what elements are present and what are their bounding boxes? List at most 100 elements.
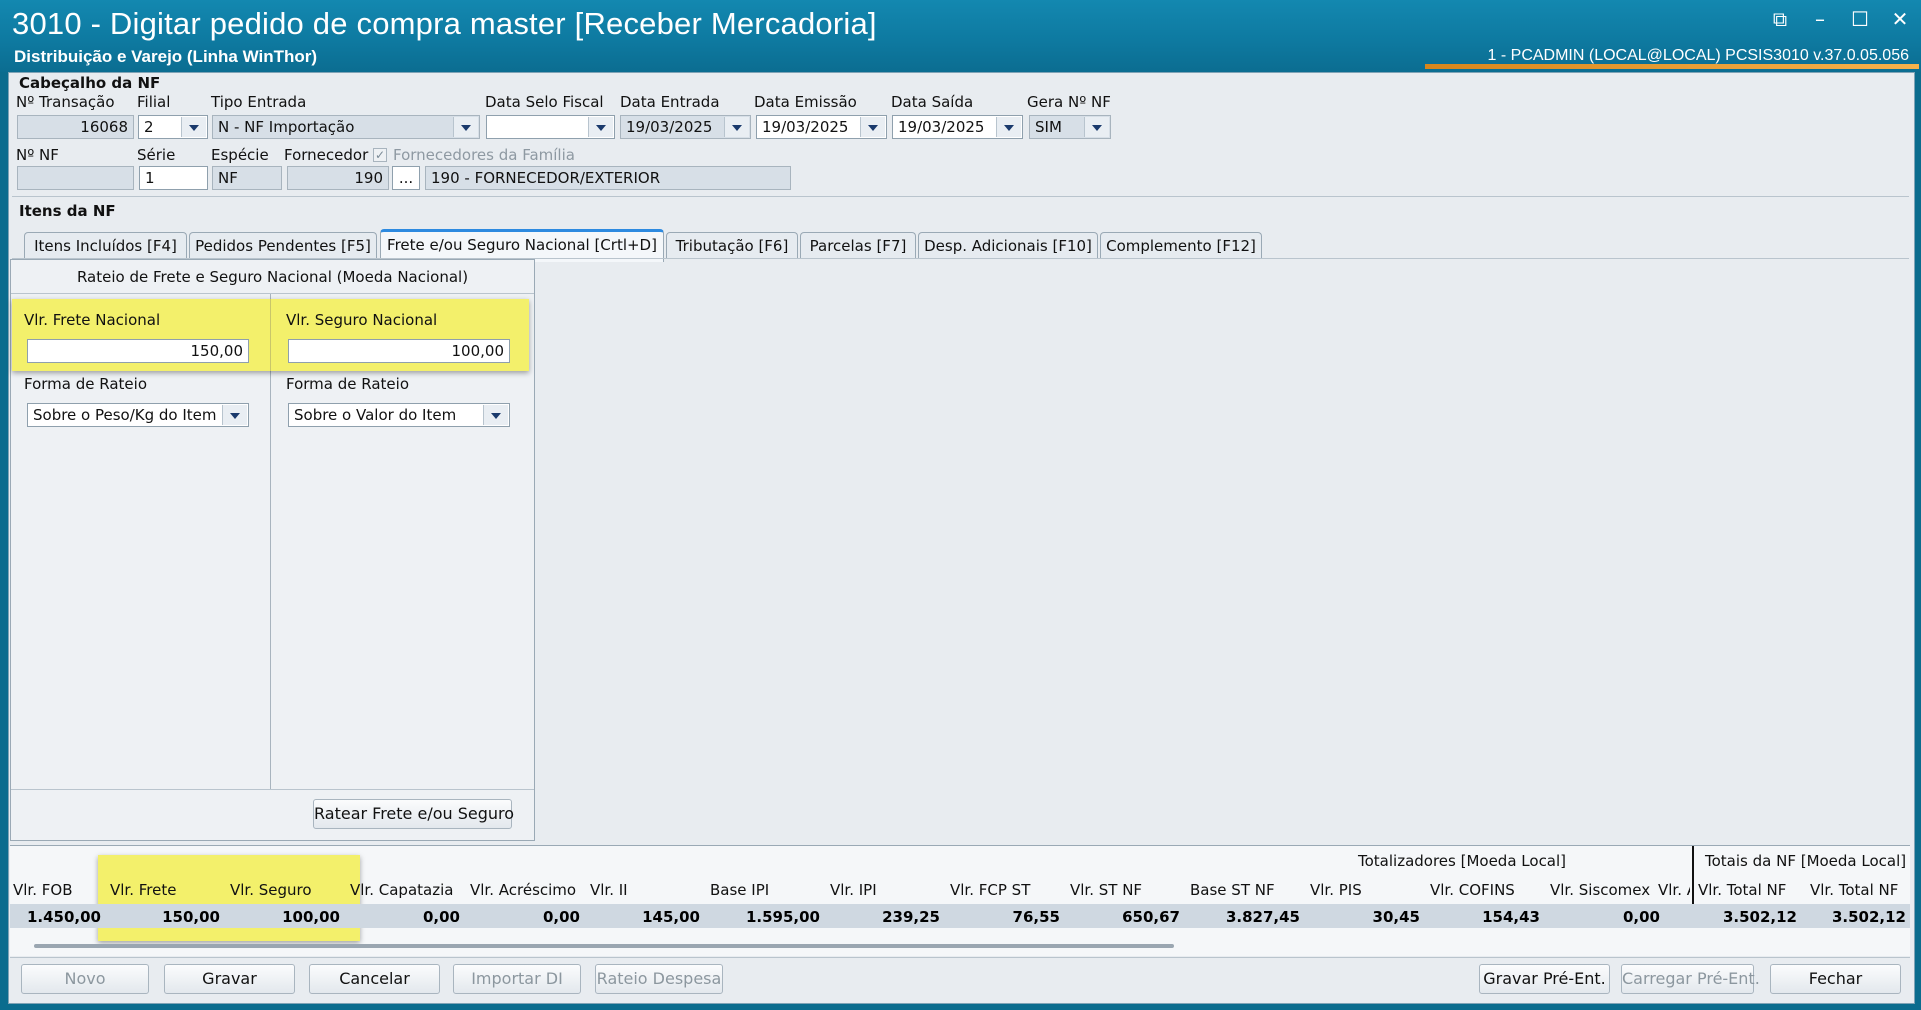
col-header: Vlr. COFINS [1430,881,1515,899]
external-icon[interactable]: ⧉ [1769,8,1791,30]
col-header: Base ST NF [1190,881,1275,899]
chevron-down-icon[interactable] [483,405,508,425]
data-selo-label: Data Selo Fiscal [485,93,604,111]
gravar-button[interactable]: Gravar [164,964,295,994]
filial-value: 2 [144,118,154,136]
minimize-icon[interactable]: – [1809,8,1831,30]
tab-tributacao[interactable]: Tributação [F6] [666,232,798,259]
tipo-entrada-select[interactable]: N - NF Importação [212,115,480,139]
data-selo-field[interactable] [486,115,615,139]
section-title-itens: Itens da NF [19,202,116,220]
maximize-icon[interactable]: ☐ [1849,8,1871,30]
filial-select[interactable]: 2 [138,115,208,139]
tab-itens-incluidos[interactable]: Itens Incluídos [F4] [24,232,187,259]
chevron-down-icon[interactable] [860,117,885,137]
forma-rateio-select-1[interactable]: Sobre o Peso/Kg do Item [27,403,249,427]
gera-nf-value: SIM [1035,118,1062,136]
col-value: 3.502,12 [1722,908,1797,926]
totals-panel: Totalizadores [Moeda Local] Totais da NF… [10,845,1910,956]
fornecedor-label: Fornecedor [284,146,369,164]
chevron-down-icon[interactable] [181,117,206,137]
close-icon[interactable]: ✕ [1889,8,1911,30]
col-value: 76,55 [1012,908,1060,926]
fornecedores-familia-checkbox[interactable]: ✓ [373,148,387,162]
col-value: 0,00 [542,908,580,926]
col-header: Vlr. FCP ST [950,881,1031,899]
chevron-down-icon[interactable] [996,117,1021,137]
col-value: 0,00 [422,908,460,926]
data-emissao-label: Data Emissão [754,93,857,111]
serie-field[interactable]: 1 [139,166,208,190]
col-value: 3.502,12 [1831,908,1906,926]
divider [11,293,534,294]
n-transacao-label: Nº Transação [16,93,115,111]
rateio-despesa-button[interactable]: Rateio Despesa [595,964,723,994]
tab-desp-adicionais[interactable]: Desp. Adicionais [F10] [918,232,1098,259]
tab-pedidos-pendentes[interactable]: Pedidos Pendentes [F5] [189,232,377,259]
divider [11,789,534,790]
window-controls: ⧉ – ☐ ✕ [1769,8,1911,30]
horizontal-scrollbar[interactable] [34,944,1174,948]
fornecedor-code-field[interactable]: 190 [287,166,389,190]
novo-button[interactable]: Novo [21,964,149,994]
chevron-down-icon[interactable] [453,117,478,137]
divider [10,957,1910,958]
col-value: 1.450,00 [26,908,101,926]
gravar-pre-ent-button[interactable]: Gravar Pré-Ent. [1479,964,1610,994]
forma-rateio-value-2: Sobre o Valor do Item [294,406,457,424]
data-emissao-field[interactable]: 19/03/2025 [756,115,887,139]
importar-di-button[interactable]: Importar DI [453,964,581,994]
col-header: Vlr. FOB [13,881,73,899]
data-saida-field[interactable]: 19/03/2025 [892,115,1023,139]
data-entrada-field[interactable]: 19/03/2025 [620,115,751,139]
frete-nacional-label: Vlr. Frete Nacional [24,311,161,329]
col-header: Vlr. Siscomex [1550,881,1651,899]
tipo-entrada-label: Tipo Entrada [211,93,307,111]
fornecedor-lookup-button[interactable]: ... [392,166,420,190]
serie-label: Série [137,146,176,164]
data-entrada-label: Data Entrada [620,93,720,111]
col-header: Vlr. II [590,881,628,899]
seguro-nacional-label: Vlr. Seguro Nacional [286,311,438,329]
gera-nf-label: Gera Nº NF [1027,93,1111,111]
totais-nf-label: Totais da NF [Moeda Local] [1705,852,1907,870]
title-bar[interactable]: 3010 - Digitar pedido de compra master [… [0,0,1921,72]
col-value: 100,00 [282,908,340,926]
chevron-down-icon[interactable] [222,405,247,425]
fechar-button[interactable]: Fechar [1770,964,1901,994]
col-value: 1.595,00 [745,908,820,926]
chevron-down-icon[interactable] [724,117,749,137]
especie-field[interactable]: NF [212,166,282,190]
chevron-down-icon[interactable] [1084,117,1109,137]
accent-line [1425,64,1919,69]
cancelar-button[interactable]: Cancelar [309,964,440,994]
col-value: 150,00 [162,908,220,926]
tab-parcelas[interactable]: Parcelas [F7] [800,232,916,259]
especie-label: Espécie [211,146,269,164]
forma-rateio-select-2[interactable]: Sobre o Valor do Item [288,403,510,427]
data-emissao-value: 19/03/2025 [762,118,849,136]
col-header: Vlr. PIS [1310,881,1362,899]
forma-rateio-label-1: Forma de Rateio [24,375,148,393]
col-value: 0,00 [1622,908,1660,926]
col-value: 3.827,45 [1225,908,1300,926]
fornecedores-familia-label: Fornecedores da Família [393,146,575,164]
ratear-button[interactable]: Ratear Frete e/ou Seguro [313,799,514,829]
data-saida-value: 19/03/2025 [898,118,985,136]
section-title-header: Cabeçalho da NF [19,74,161,92]
seguro-nacional-input[interactable]: 100,00 [288,339,510,363]
col-header: Vlr. Frete [110,881,177,899]
chevron-down-icon[interactable] [588,117,613,137]
n-nf-field[interactable] [17,166,134,190]
col-value: 239,25 [882,908,940,926]
tab-complemento[interactable]: Complemento [F12] [1100,232,1262,259]
col-value: 154,43 [1482,908,1540,926]
app-window: 3010 - Digitar pedido de compra master [… [0,0,1921,1010]
frete-nacional-input[interactable]: 150,00 [27,339,249,363]
rateio-panel-title: Rateio de Frete e Seguro Nacional (Moeda… [76,268,469,286]
carregar-pre-ent-button[interactable]: Carregar Pré-Ent. [1621,964,1760,994]
n-transacao-field[interactable]: 16068 [17,115,134,139]
tipo-entrada-value: N - NF Importação [218,118,355,136]
totalizadores-label: Totalizadores [Moeda Local] [1358,852,1567,870]
gera-nf-select[interactable]: SIM [1029,115,1111,139]
